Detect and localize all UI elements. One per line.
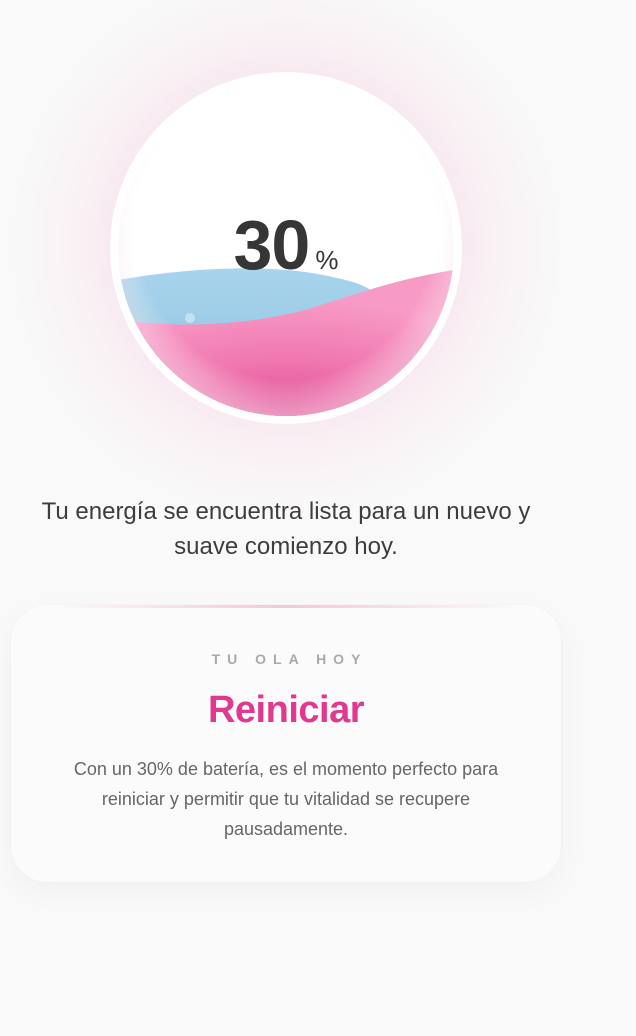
daily-wave-card: TU OLA HOY Reiniciar Con un 30% de bater… [11, 605, 561, 882]
energy-screen: 30% Tu energía se encuentra lista para u… [0, 0, 636, 1036]
energy-message: Tu energía se encuentra lista para un nu… [41, 498, 531, 560]
card-description: Con un 30% de batería, es el momento per… [73, 759, 499, 839]
energy-value: 30 [233, 206, 311, 284]
energy-unit: % [315, 245, 339, 275]
energy-percentage: 30% [108, 210, 464, 280]
card-accent-line [51, 605, 521, 608]
card-title: Reiniciar [207, 689, 365, 731]
energy-orb: 30% [108, 70, 464, 426]
card-eyebrow: TU OLA HOY [211, 651, 368, 667]
